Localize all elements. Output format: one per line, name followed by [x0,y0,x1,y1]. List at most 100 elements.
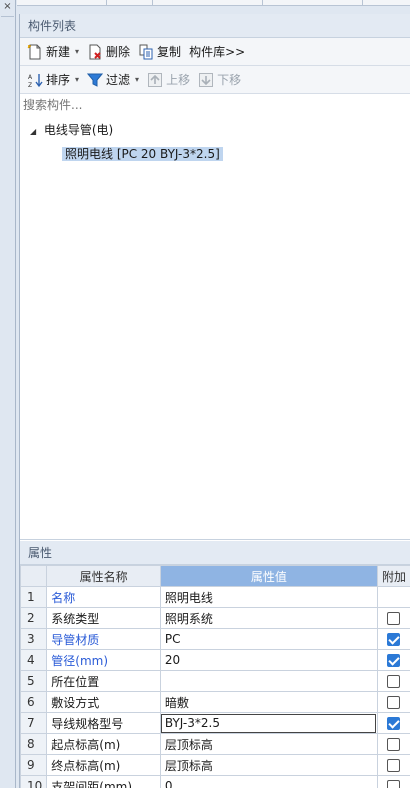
property-name: 管径(mm) [46,649,161,671]
property-row[interactable]: 5 所在位置 [19,670,410,692]
property-extra-cell [376,607,410,629]
move-down-button[interactable]: 下移 [195,69,244,91]
property-extra-cell [376,733,410,755]
property-name-header[interactable]: 属性名称 [46,565,161,587]
left-strip-body [1,16,14,788]
property-extra-cell [376,628,410,650]
property-name: 名称 [46,586,161,608]
property-name: 导线规格型号 [46,712,161,734]
tab-stub[interactable] [17,0,107,5]
row-number: 10 [19,775,48,788]
property-value-header[interactable]: 属性值 [159,565,378,587]
copy-button-label: 复制 [157,45,182,59]
property-value[interactable] [159,670,378,692]
sort-filter-toolbar: AZ 排序 ▾ 过滤 ▾ 上移 下移 [20,66,410,94]
extra-checkbox[interactable] [387,717,401,730]
property-row[interactable]: 8 起点标高(m) 层顶标高 [19,733,410,755]
new-dropdown-icon[interactable]: ▾ [75,47,79,56]
property-name: 支架间距(mm) [46,775,161,788]
property-row[interactable]: 2 系统类型 照明系统 [19,607,410,629]
svg-text:A: A [28,74,33,81]
property-name: 起点标高(m) [46,733,161,755]
filter-dropdown-icon[interactable]: ▾ [135,75,139,84]
close-icon[interactable]: × [2,2,13,13]
extra-checkbox[interactable] [387,675,401,688]
extra-checkbox[interactable] [387,654,401,667]
search-input[interactable] [20,94,410,115]
extra-checkbox[interactable] [387,738,401,751]
property-extra-cell [376,691,410,713]
tab-stub[interactable] [107,0,153,5]
property-value[interactable]: 0 [159,775,378,788]
extra-checkbox[interactable] [387,612,401,625]
property-name: 系统类型 [46,607,161,629]
row-number: 2 [19,607,48,629]
property-value[interactable]: 照明系统 [159,607,378,629]
svg-text:Z: Z [28,82,32,88]
property-value[interactable]: 20 [159,649,378,671]
tab-stub[interactable] [263,0,363,5]
copy-document-icon [138,44,154,60]
component-list-header: 构件列表 [20,14,410,38]
row-number: 7 [19,712,48,734]
sort-az-icon: AZ [27,72,43,89]
tree-group-node[interactable]: ◢ 电线导管(电) [30,120,113,140]
component-library-button[interactable]: 构件库>> [186,41,248,63]
property-extra-cell [376,712,410,734]
move-down-icon [198,72,214,88]
property-value[interactable]: 照明电线 [159,586,378,608]
delete-document-icon [87,44,103,60]
delete-button[interactable]: 删除 [84,41,133,63]
tab-stub[interactable] [153,0,263,5]
tree-item[interactable]: 照明电线 [PC 20 BYJ-3*2.5] [62,144,223,164]
component-tree: ◢ 电线导管(电) 照明电线 [PC 20 BYJ-3*2.5] [20,116,410,540]
property-row[interactable]: 10 支架间距(mm) 0 [19,775,410,788]
properties-header: 属性 [20,541,410,565]
row-number-header [19,565,48,587]
move-up-button[interactable]: 上移 [144,69,193,91]
extra-checkbox[interactable] [387,780,401,788]
filter-button[interactable]: 过滤 ▾ [84,69,142,91]
properties-table: 属性名称 属性值 附加 1 名称 照明电线 2 系统类型 照明系统 3 导管材质 PC 4 管径(m… [19,565,410,788]
property-extra-cell [376,754,410,776]
sort-button[interactable]: AZ 排序 ▾ [24,69,82,91]
left-dock-strip: × [0,0,16,788]
property-row[interactable]: 1 名称 照明电线 [19,586,410,608]
extra-checkbox[interactable] [387,633,401,646]
delete-button-label: 删除 [106,45,131,59]
tree-item-label: 照明电线 [PC 20 BYJ-3*2.5] [62,147,223,161]
property-value[interactable]: 层顶标高 [159,733,378,755]
row-number: 9 [19,754,48,776]
extra-checkbox[interactable] [387,759,401,772]
row-number: 3 [19,628,48,650]
property-row[interactable]: 7 导线规格型号 BYJ-3*2.5 [19,712,410,734]
property-row[interactable]: 6 敷设方式 暗敷 [19,691,410,713]
property-extra-cell [376,775,410,788]
row-number: 1 [19,586,48,608]
property-row[interactable]: 3 导管材质 PC [19,628,410,650]
property-value[interactable]: 层顶标高 [159,754,378,776]
extra-checkbox[interactable] [387,696,401,709]
new-button-label: 新建 [46,45,71,59]
property-extra-cell [376,670,410,692]
properties-header-row: 属性名称 属性值 附加 [19,565,410,587]
property-extra-cell [376,649,410,671]
property-row[interactable]: 9 终点标高(m) 层顶标高 [19,754,410,776]
property-name: 导管材质 [46,628,161,650]
row-number: 6 [19,691,48,713]
property-value[interactable]: 暗敷 [159,691,378,713]
sort-dropdown-icon[interactable]: ▾ [75,75,79,84]
properties-panel: 属性 属性名称 属性值 附加 1 名称 照明电线 2 系统类型 照明系统 3 导管材质 PC 4 管… [19,541,410,788]
copy-button[interactable]: 复制 [135,41,184,63]
new-document-icon [27,44,43,60]
sort-button-label: 排序 [46,73,71,87]
property-value[interactable]: PC [159,628,378,650]
component-toolbar: 新建 ▾ 删除 复制 构件库>> [20,38,410,66]
property-extra-cell [376,586,410,608]
filter-icon [86,72,104,88]
property-row[interactable]: 4 管径(mm) 20 [19,649,410,671]
new-button[interactable]: 新建 ▾ [24,41,82,63]
property-value[interactable]: BYJ-3*2.5 [159,712,378,734]
tree-expanded-icon[interactable]: ◢ [30,122,40,142]
property-extra-header[interactable]: 附加 [376,565,410,587]
